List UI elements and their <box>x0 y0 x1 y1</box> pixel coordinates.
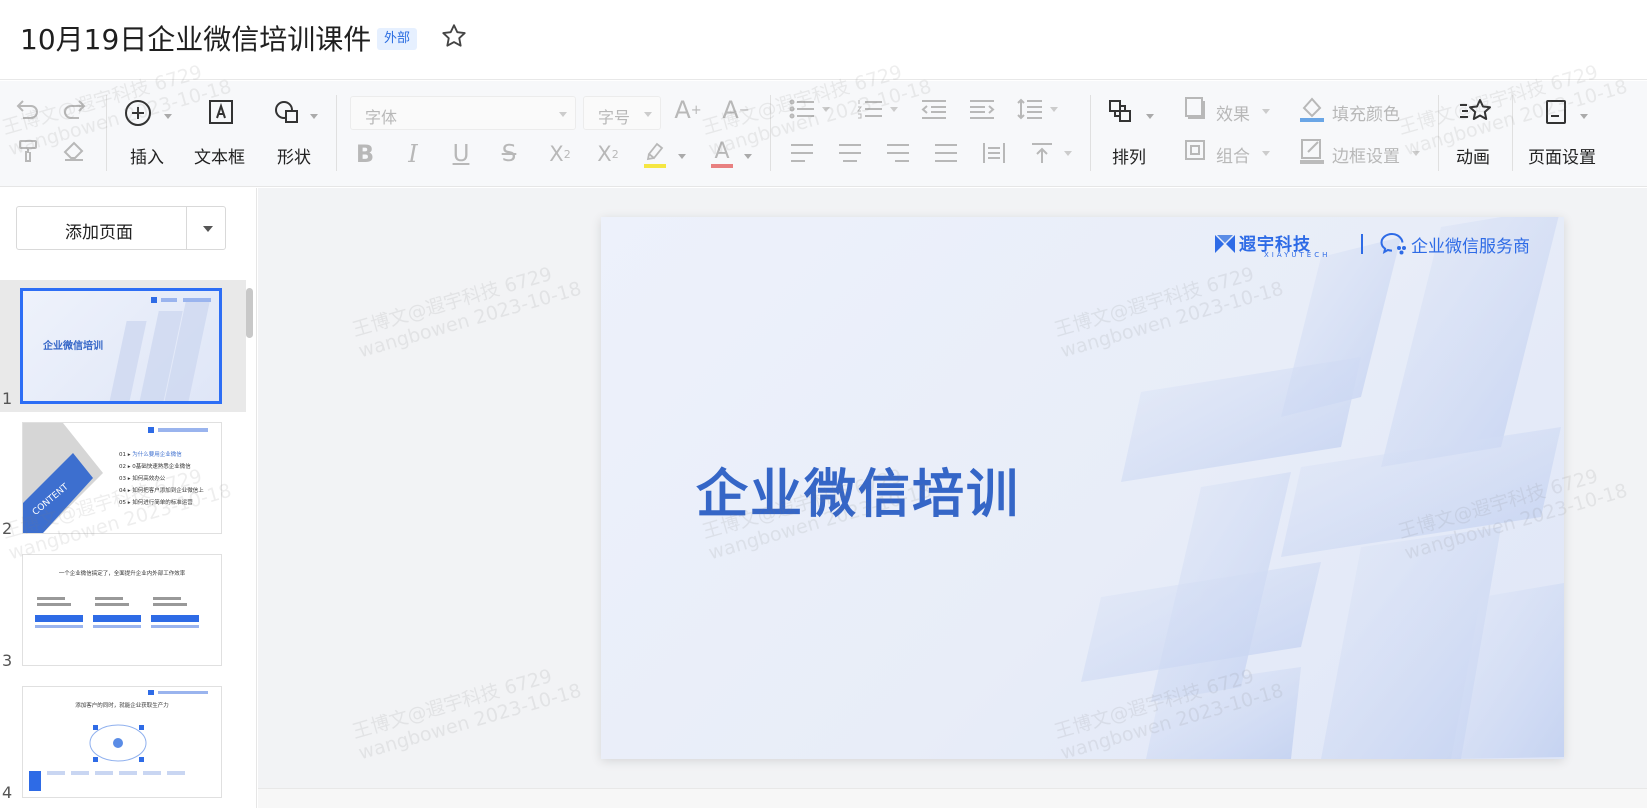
animation-icon[interactable] <box>1458 95 1494 127</box>
vertical-align-icon[interactable] <box>1028 139 1056 167</box>
bullet-list-icon[interactable] <box>788 95 816 123</box>
current-slide[interactable]: 遐宇科技 XIAYUTECH 企业微信服务商 企业微信培训 <box>601 217 1564 759</box>
subscript-icon[interactable]: X2 <box>592 139 624 169</box>
horizontal-scrollbar[interactable] <box>258 788 1647 808</box>
justify-icon[interactable] <box>932 139 960 167</box>
format-painter-icon[interactable] <box>14 137 42 165</box>
increase-font-icon[interactable]: A + <box>672 95 704 125</box>
group-button[interactable]: 组合 <box>1216 142 1250 167</box>
italic-icon[interactable]: I <box>398 139 428 169</box>
redo-icon[interactable] <box>60 95 88 123</box>
strikethrough-icon[interactable]: S <box>494 139 524 169</box>
brand-logo-icon <box>1215 235 1235 253</box>
shape-icon[interactable] <box>272 97 302 127</box>
font-size-select[interactable]: 字号 <box>583 96 661 130</box>
arrange-button[interactable]: 排列 <box>1112 143 1146 168</box>
page-setup-button[interactable]: 页面设置 <box>1528 143 1596 168</box>
distribute-icon[interactable] <box>980 139 1008 167</box>
insert-icon[interactable] <box>122 97 154 129</box>
undo-icon[interactable] <box>14 95 42 123</box>
add-page-button[interactable]: 添加页面 <box>16 206 226 250</box>
align-right-icon[interactable] <box>884 139 912 167</box>
effect-icon[interactable] <box>1182 95 1208 121</box>
animation-button[interactable]: 动画 <box>1456 143 1490 168</box>
group-icon[interactable] <box>1182 137 1208 163</box>
effect-button[interactable]: 效果 <box>1216 100 1250 125</box>
fill-color-button[interactable]: 填充颜色 <box>1332 100 1400 125</box>
shape-button[interactable]: 形状 <box>277 143 311 168</box>
border-settings-icon[interactable] <box>1298 135 1326 167</box>
superscript-icon[interactable]: X2 <box>544 139 576 169</box>
star-icon[interactable] <box>440 22 468 50</box>
slide-thumbnail-4[interactable]: 添加客户的同时，就能企业获取生产力 4 <box>0 678 246 806</box>
numbered-list-icon[interactable] <box>856 95 884 123</box>
toolbar: 插入 文本框 形状 字体 字号 A+ A− B I U S X2 X2 A <box>0 81 1647 187</box>
textbox-icon[interactable] <box>206 97 236 127</box>
slide-thumbnail-2[interactable]: CONTENT 01 ▸ 为什么要用企业微信 02 ▸ 0基础快速熟悉企业微信 … <box>0 414 246 542</box>
fill-color-icon[interactable] <box>1298 93 1326 125</box>
textbox-button[interactable]: 文本框 <box>194 143 245 168</box>
slide-title[interactable]: 企业微信培训 <box>696 452 1020 527</box>
line-spacing-icon[interactable] <box>1016 95 1044 123</box>
decrease-indent-icon[interactable] <box>920 95 948 123</box>
thumbnail-title: 企业微信培训 <box>43 341 103 352</box>
font-select[interactable]: 字体 <box>350 96 576 130</box>
wecom-logo-icon <box>1380 233 1406 255</box>
align-left-icon[interactable] <box>788 139 816 167</box>
slide-thumbnail-1[interactable]: 企业微信培训 1 <box>0 280 246 412</box>
service-provider-label: 企业微信服务商 <box>1411 237 1530 257</box>
arrange-icon[interactable] <box>1106 97 1136 127</box>
slide-thumbnail-3[interactable]: 一个企业微信搞定了，全面提升企业内外部工作效率 3 <box>0 546 246 674</box>
align-center-icon[interactable] <box>836 139 864 167</box>
decrease-font-icon[interactable]: A − <box>720 95 752 125</box>
underline-icon[interactable]: U <box>446 139 476 169</box>
insert-button[interactable]: 插入 <box>130 143 164 168</box>
page-setup-icon[interactable] <box>1542 97 1570 127</box>
title-bar: 10月19日企业微信培训课件 外部 <box>0 0 1647 80</box>
brand-subtitle: XIAYUTECH <box>1264 251 1331 259</box>
sidebar-scrollbar[interactable] <box>246 288 253 338</box>
font-color-icon[interactable]: A <box>708 137 736 171</box>
external-badge: 外部 <box>377 28 418 50</box>
clear-format-icon[interactable] <box>60 137 88 165</box>
highlight-icon[interactable] <box>640 137 670 171</box>
add-page-dropdown-icon[interactable] <box>203 226 213 232</box>
slide-panel: 添加页面 企业微信培训 1 CONTENT 01 ▸ 为什么要用企业微信 02 … <box>0 188 257 808</box>
bold-icon[interactable]: B <box>350 139 380 169</box>
increase-indent-icon[interactable] <box>968 95 996 123</box>
border-settings-button[interactable]: 边框设置 <box>1332 142 1400 167</box>
document-title[interactable]: 10月19日企业微信培训课件 <box>20 18 371 58</box>
